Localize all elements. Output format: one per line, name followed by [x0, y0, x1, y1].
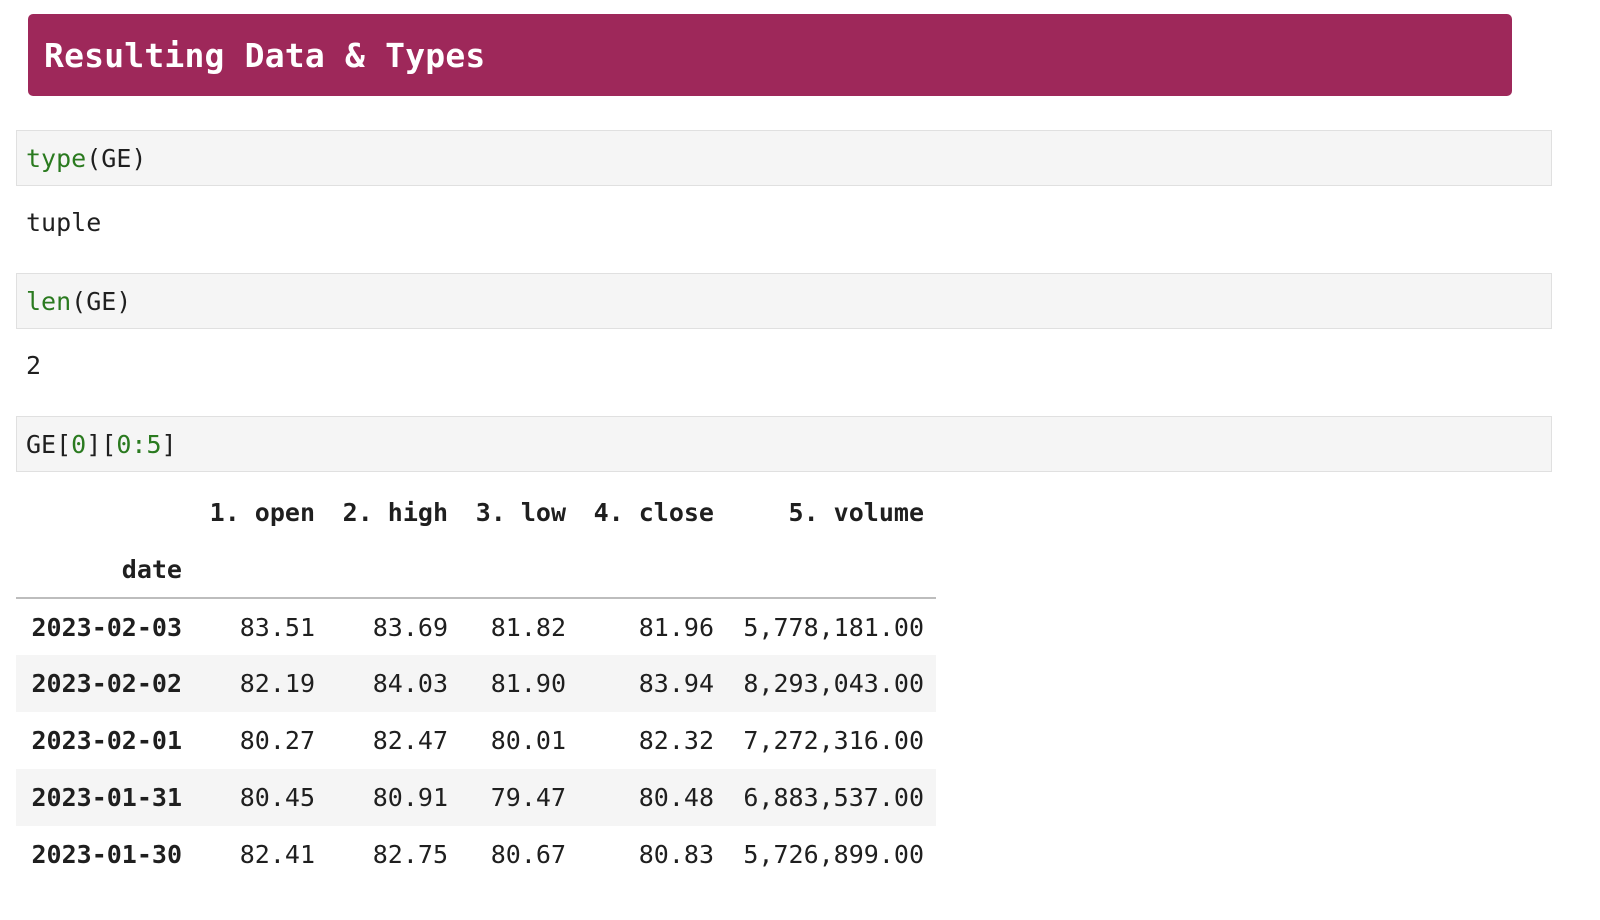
code-operator: :	[131, 429, 147, 459]
table-cell: 81.82	[490, 612, 566, 642]
column-header: 3. low	[475, 498, 566, 527]
code-cell-len[interactable]: len (GE)	[16, 273, 1552, 329]
column-header: 4. close	[593, 498, 714, 527]
code-token: GE[	[26, 429, 72, 459]
code-cell-type[interactable]: type (GE)	[16, 130, 1552, 186]
section-title: Resulting Data & Types	[44, 35, 486, 75]
table-cell: 81.96	[638, 612, 714, 642]
table-cell: 81.90	[490, 669, 566, 698]
table-row: 2023-01-31 80.45 80.91 79.47 80.48 6,883…	[16, 769, 936, 826]
code-number: 0	[71, 429, 87, 459]
table-cell: 82.41	[239, 840, 315, 869]
table-cell: 80.45	[239, 783, 315, 812]
table-row: 2023-01-30 82.41 82.75 80.67 80.83 5,726…	[16, 826, 936, 883]
column-header: 5. volume	[788, 498, 924, 527]
row-index: 2023-01-31	[31, 783, 182, 812]
table-cell: 6,883,537.00	[743, 783, 924, 812]
table-cell: 82.75	[372, 840, 448, 869]
column-header: 1. open	[209, 498, 315, 527]
table-cell: 8,293,043.00	[743, 669, 924, 698]
table-cell: 5,778,181.00	[743, 612, 924, 642]
cell-output-type: tuple	[26, 208, 102, 237]
notebook-page: Resulting Data & Types type (GE) tuple le…	[0, 0, 1600, 920]
table-cell: 83.69	[372, 612, 448, 642]
cell-output-len: 2	[26, 351, 42, 380]
builtin-len: len	[26, 286, 72, 316]
table-cell: 80.67	[490, 840, 566, 869]
code-token: ][	[86, 429, 117, 459]
table-cell: 84.03	[372, 669, 448, 698]
index-name-row: date	[16, 541, 936, 599]
row-index: 2023-02-02	[31, 669, 182, 698]
corner-header	[16, 484, 194, 541]
table-row: 2023-02-02 82.19 84.03 81.90 83.94 8,293…	[16, 655, 936, 712]
builtin-type: type	[26, 143, 87, 173]
code-args: (GE)	[86, 143, 147, 173]
table-cell: 80.27	[239, 726, 315, 755]
code-number: 5	[146, 429, 162, 459]
table-cell: 80.01	[490, 726, 566, 755]
table-cell: 82.32	[638, 726, 714, 755]
dataframe-output: 1. open 2. high 3. low 4. close 5. volum…	[16, 484, 936, 883]
code-args: (GE)	[71, 286, 132, 316]
index-name: date	[16, 541, 194, 599]
column-header: 2. high	[342, 498, 448, 527]
code-token: ]	[161, 429, 177, 459]
table-cell: 5,726,899.00	[743, 840, 924, 869]
table-cell: 80.83	[638, 840, 714, 869]
table-cell: 82.19	[239, 669, 315, 698]
row-index: 2023-02-03	[31, 612, 182, 642]
row-index: 2023-01-30	[31, 840, 182, 869]
table-row: 2023-02-01 80.27 82.47 80.01 82.32 7,272…	[16, 712, 936, 769]
column-header-row: 1. open 2. high 3. low 4. close 5. volum…	[16, 484, 936, 541]
row-index: 2023-02-01	[31, 726, 182, 755]
code-cell-slice[interactable]: GE[0][0:5]	[16, 416, 1552, 472]
table-cell: 83.51	[239, 612, 315, 642]
table-cell: 80.48	[638, 783, 714, 812]
section-banner: Resulting Data & Types	[28, 14, 1512, 96]
table-cell: 82.47	[372, 726, 448, 755]
code-number: 0	[116, 429, 132, 459]
table-cell: 79.47	[490, 783, 566, 812]
table-row: 2023-02-03 83.51 83.69 81.82 81.96 5,778…	[16, 598, 936, 655]
table-cell: 83.94	[638, 669, 714, 698]
table-cell: 80.91	[372, 783, 448, 812]
table-cell: 7,272,316.00	[743, 726, 924, 755]
